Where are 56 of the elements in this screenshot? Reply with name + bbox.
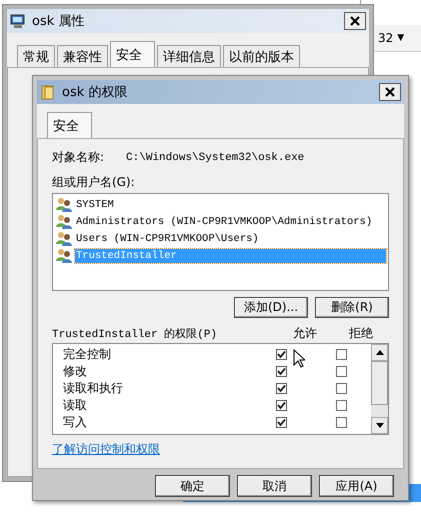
checkbox[interactable] xyxy=(336,349,346,360)
scrollbar[interactable] xyxy=(371,344,388,434)
user-item[interactable]: Users (WIN-CP9R1VMKOOP\Users) xyxy=(75,232,386,246)
tab[interactable]: 兼容性 xyxy=(57,45,108,67)
checkbox[interactable] xyxy=(336,383,346,394)
user-item[interactable]: Administrators (WIN-CP9R1VMKOOP\Administrators) xyxy=(75,214,386,228)
object-path: C:\Windows\System32\osk.exe xyxy=(126,152,304,164)
users-icon xyxy=(55,214,73,230)
column-header: 允许 xyxy=(292,324,318,342)
users-icon xyxy=(55,230,73,246)
checkbox[interactable] xyxy=(276,400,286,411)
tab[interactable]: 常规 xyxy=(17,45,55,67)
checkbox[interactable] xyxy=(276,366,286,377)
remove-button[interactable]: 删除(R) xyxy=(315,297,389,318)
users-icon xyxy=(55,248,73,264)
permission-name: 写入 xyxy=(63,414,88,431)
dropdown-arrow[interactable]: ▼ xyxy=(397,33,404,43)
tab[interactable]: 安全 xyxy=(47,112,92,138)
close-icon[interactable] xyxy=(350,16,360,26)
scroll-thumb[interactable] xyxy=(371,361,388,405)
close-icon[interactable] xyxy=(385,87,395,97)
groups-label: 组或用户名(G): xyxy=(52,174,136,191)
down-arrow-icon[interactable] xyxy=(376,423,384,428)
mouse-pointer-icon xyxy=(293,349,305,368)
permission-name: 修改 xyxy=(63,363,88,380)
checkbox[interactable] xyxy=(276,383,286,394)
tab[interactable]: 安全 xyxy=(110,41,155,67)
computer-icon xyxy=(10,13,26,29)
object-name-label: 对象名称: xyxy=(52,149,104,166)
column-header: 拒绝 xyxy=(348,324,374,342)
tab[interactable]: 以前的版本 xyxy=(223,45,300,67)
users-icon xyxy=(55,196,73,212)
permission-name: 读取和执行 xyxy=(63,380,124,397)
window-title: osk 属性 xyxy=(32,13,86,30)
permission-name: 读取 xyxy=(63,397,88,414)
help-link[interactable]: 了解访问控制和权限 xyxy=(52,441,160,458)
checkbox[interactable] xyxy=(336,366,346,377)
checkbox[interactable] xyxy=(276,417,286,428)
folder-icon xyxy=(40,84,56,100)
close-button[interactable] xyxy=(379,83,401,101)
add-button[interactable]: 添加(D)... xyxy=(234,297,308,318)
permission-name: 完全控制 xyxy=(63,346,112,363)
window-title: osk 的权限 xyxy=(62,84,128,101)
checkbox[interactable] xyxy=(336,417,346,428)
path-text: 32 xyxy=(378,31,394,45)
user-item[interactable]: SYSTEM xyxy=(75,198,386,212)
checkbox[interactable] xyxy=(276,349,286,360)
dialog-button[interactable]: 取消 xyxy=(237,475,312,497)
dialog-button[interactable]: 应用(A) xyxy=(319,475,394,497)
checkbox[interactable] xyxy=(336,400,346,411)
tab[interactable]: 详细信息 xyxy=(157,45,221,67)
dialog-button[interactable]: 确定 xyxy=(155,475,230,497)
scroll-track[interactable] xyxy=(371,405,388,417)
up-arrow-icon[interactable] xyxy=(376,350,384,355)
permissions-label: TrustedInstaller 的权限(P) xyxy=(52,327,218,340)
close-button[interactable] xyxy=(344,12,366,30)
